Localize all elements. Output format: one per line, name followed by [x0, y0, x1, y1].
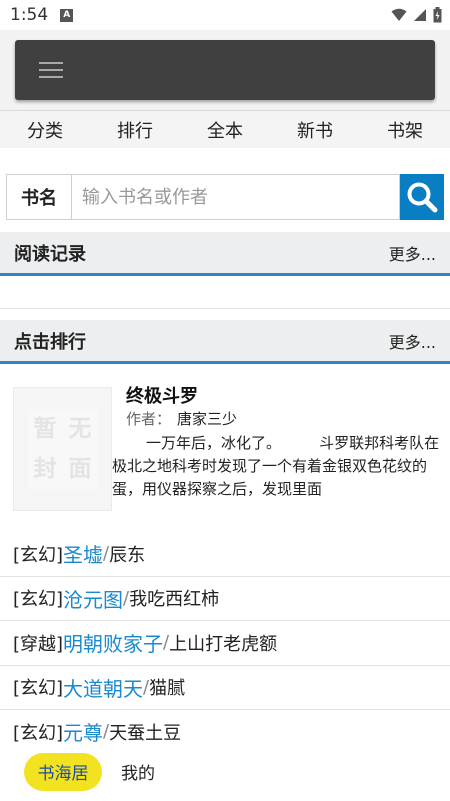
category-tabs: 分类 排行 全本 新书 书架	[0, 110, 450, 148]
reading-history-title: 阅读记录	[14, 243, 86, 265]
click-ranking-header: 点击排行 更多...	[0, 320, 450, 364]
app-bar	[15, 40, 435, 100]
tab-category[interactable]: 分类	[0, 117, 90, 143]
app-bar-container	[0, 30, 450, 110]
list-item-category: [玄幻]	[13, 589, 64, 611]
status-icons	[391, 7, 442, 23]
search-bar: 书名	[6, 174, 444, 220]
list-item[interactable]: [玄幻] 大道朝天 / 猫腻	[0, 666, 450, 710]
featured-book[interactable]: 暂 无 封 面 终极斗罗 作者： 唐家三少 一万年后，冰化了。 斗罗联邦科考队在极…	[0, 368, 450, 520]
no-cover-image: 暂 无 封 面	[27, 409, 98, 489]
nav-home-button[interactable]: 书海居	[24, 752, 102, 791]
list-item-title[interactable]: 沧元图	[63, 584, 123, 613]
list-item-title[interactable]: 圣墟	[63, 539, 103, 568]
tab-ranking[interactable]: 排行	[90, 117, 180, 143]
notification-icon: A	[60, 8, 74, 22]
list-item[interactable]: [穿越] 明朝败家子 / 上山打老虎额	[0, 621, 450, 666]
list-item-category: [穿越]	[13, 633, 64, 655]
list-item-author[interactable]: 上山打老虎额	[169, 630, 277, 656]
status-bar: 1:54 A	[0, 0, 450, 30]
ranking-list: [玄幻] 圣墟 / 辰东 [玄幻] 沧元图 / 我吃西红柿 [穿越] 明朝败家子 / 上山打老虎额…	[0, 532, 450, 755]
tab-new-books[interactable]: 新书	[270, 117, 360, 143]
list-item-author[interactable]: 我吃西红柿	[129, 585, 219, 611]
list-item-author[interactable]: 辰东	[109, 541, 145, 567]
list-item-author[interactable]: 天蚕土豆	[109, 719, 181, 745]
wifi-icon	[391, 8, 407, 21]
search-icon	[407, 182, 438, 213]
click-ranking-more-link[interactable]: 更多...	[389, 329, 436, 353]
list-item-title[interactable]: 大道朝天	[63, 673, 143, 702]
list-item[interactable]: [玄幻] 圣墟 / 辰东	[0, 532, 450, 577]
list-item-category: [玄幻]	[13, 722, 64, 744]
book-cover-placeholder[interactable]: 暂 无 封 面	[13, 387, 112, 511]
list-item[interactable]: [玄幻] 沧元图 / 我吃西红柿	[0, 577, 450, 621]
reading-history-header: 阅读记录 更多...	[0, 232, 450, 276]
nav-mine-button[interactable]: 我的	[121, 759, 155, 784]
reading-history-empty	[0, 279, 450, 309]
tab-complete[interactable]: 全本	[180, 117, 270, 143]
signal-icon	[414, 9, 426, 21]
search-input[interactable]	[71, 174, 400, 220]
search-button[interactable]	[400, 174, 444, 220]
featured-book-title[interactable]: 终极斗罗	[126, 382, 198, 408]
list-item-author[interactable]: 猫腻	[149, 674, 185, 700]
list-item-title[interactable]: 明朝败家子	[63, 628, 163, 657]
battery-icon	[433, 7, 442, 23]
tab-bookshelf[interactable]: 书架	[360, 117, 450, 143]
featured-book-author: 作者： 唐家三少	[126, 410, 238, 428]
click-ranking-title: 点击排行	[14, 331, 86, 353]
list-item-category: [玄幻]	[13, 544, 64, 566]
search-type-label: 书名	[6, 174, 71, 220]
status-time: 1:54	[10, 5, 49, 25]
featured-book-description: 一万年后，冰化了。 斗罗联邦科考队在极北之地科考时发现了一个有着金银双色花纹的蛋…	[112, 434, 440, 498]
bottom-navigation: 书海居 我的	[0, 742, 450, 801]
reading-history-more-link[interactable]: 更多...	[389, 241, 436, 265]
list-item-category: [玄幻]	[13, 678, 64, 700]
hamburger-menu-icon[interactable]	[39, 62, 63, 78]
